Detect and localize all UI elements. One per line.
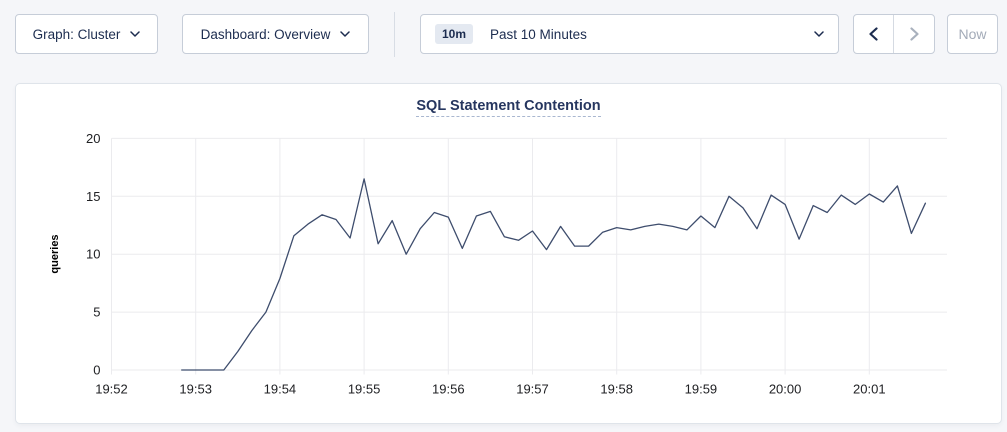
x-tick-label: 19:53	[179, 382, 212, 397]
time-range-badge: 10m	[435, 24, 473, 44]
x-tick-label: 19:54	[264, 382, 297, 397]
y-tick-label: 20	[86, 131, 100, 146]
x-tick-label: 20:00	[769, 382, 802, 397]
time-range-dropdown[interactable]: 10m Past 10 Minutes	[420, 14, 839, 54]
chevron-down-icon	[814, 31, 824, 37]
chart-title[interactable]: SQL Statement Contention	[416, 98, 600, 117]
x-tick-label: 19:57	[516, 382, 549, 397]
time-forward-button[interactable]	[894, 15, 934, 53]
chevron-right-icon	[910, 27, 919, 41]
time-range-label: Past 10 Minutes	[490, 27, 587, 42]
x-tick-label: 20:01	[853, 382, 886, 397]
chart-panel: SQL Statement Contention 0 5 10 15 20 19:52 19…	[15, 83, 1002, 424]
y-axis-label: queries	[49, 234, 61, 273]
chevron-down-icon	[130, 31, 140, 37]
y-tick-label: 5	[93, 305, 100, 320]
x-tick-label: 19:55	[348, 382, 381, 397]
toolbar: Graph: Cluster Dashboard: Overview 10m P…	[15, 14, 998, 54]
y-tick-label: 15	[86, 189, 100, 204]
graph-dropdown[interactable]: Graph: Cluster	[15, 14, 158, 54]
x-tick-label: 19:56	[432, 382, 465, 397]
x-tick-label: 19:52	[95, 382, 128, 397]
y-tick-label: 10	[86, 247, 100, 262]
time-pager	[853, 14, 935, 54]
chevron-down-icon	[340, 31, 350, 37]
graph-dropdown-label: Graph: Cluster	[33, 27, 121, 42]
chart-title-row: SQL Statement Contention	[16, 97, 1001, 117]
dashboard-dropdown[interactable]: Dashboard: Overview	[182, 14, 369, 54]
now-button[interactable]: Now	[947, 14, 998, 54]
chevron-left-icon	[869, 27, 878, 41]
series-line-queries	[182, 179, 926, 370]
contention-chart[interactable]: 0 5 10 15 20 19:52 19:53 19:54 19:55 19:56 19:57 19…	[15, 83, 1002, 424]
dashboard-dropdown-label: Dashboard: Overview	[201, 27, 331, 42]
x-tick-label: 19:58	[600, 382, 633, 397]
time-backward-button[interactable]	[854, 15, 894, 53]
toolbar-divider	[394, 12, 395, 57]
y-tick-label: 0	[93, 363, 100, 378]
x-tick-label: 19:59	[685, 382, 718, 397]
